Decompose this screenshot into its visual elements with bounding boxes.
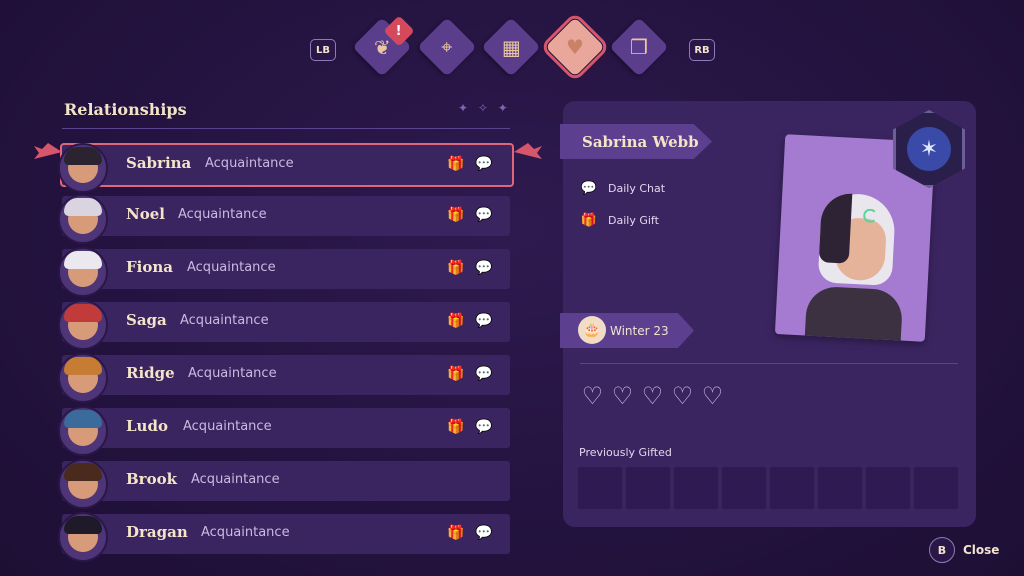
relationship-status: Acquaintance	[183, 419, 272, 434]
heart-icon: ♡	[671, 382, 694, 410]
title-divider	[62, 128, 510, 129]
relationship-row[interactable]: Ludo Acquaintance 🎁 💬	[58, 406, 510, 456]
avatar	[58, 406, 108, 456]
gift-slot	[818, 467, 862, 509]
character-name: Saga	[126, 311, 167, 329]
heart-icon: ♡	[701, 382, 724, 410]
relationship-row[interactable]: Brook Acquaintance	[58, 459, 510, 509]
friendship-hearts: ♡ ♡ ♡ ♡ ♡	[580, 384, 725, 408]
previously-gifted-slots	[578, 467, 958, 509]
chat-icon: 💬	[475, 156, 493, 172]
lb-button[interactable]: LB	[310, 39, 336, 61]
daily-chat-label: Daily Chat	[608, 181, 666, 195]
gift-slot	[770, 467, 814, 509]
relationship-row[interactable]: Dragan Acquaintance 🎁 💬	[58, 512, 510, 562]
avatar	[58, 459, 108, 509]
tab-relationships[interactable]: ♥	[539, 11, 611, 83]
gift-slot	[626, 467, 670, 509]
gift-icon: 🎁	[447, 260, 465, 276]
character-name: Ridge	[126, 364, 175, 382]
character-full-name: Sabrina Webb	[582, 132, 699, 151]
detail-divider	[580, 363, 958, 364]
chat-icon: 💬	[475, 260, 493, 276]
cake-icon: 🎂	[578, 316, 606, 344]
list-title: Relationships	[64, 100, 187, 119]
calendar-icon: ▦	[501, 35, 521, 59]
avatar	[58, 194, 108, 244]
gift-icon: 🎁	[447, 156, 465, 172]
tab-map[interactable]: ⌖	[417, 17, 477, 77]
character-name: Noel	[126, 205, 165, 223]
right-wing-icon	[514, 143, 542, 159]
gift-slot	[674, 467, 718, 509]
relationship-row[interactable]: Ridge Acquaintance 🎁 💬	[58, 353, 510, 403]
tab-journal[interactable]: ❒	[609, 17, 669, 77]
chat-icon: 💬	[475, 207, 493, 223]
avatar	[58, 247, 108, 297]
heart-icon: ♡	[581, 382, 604, 410]
previously-gifted-label: Previously Gifted	[579, 446, 672, 459]
heart-icon: ♥	[566, 35, 584, 59]
character-name: Ludo	[126, 417, 168, 435]
relationship-status: Acquaintance	[191, 472, 280, 487]
daily-gift-task: 🎁 Daily Gift	[580, 212, 659, 228]
chat-icon: 💬	[580, 180, 598, 196]
avatar	[58, 143, 108, 193]
tab-calendar[interactable]: ▦	[481, 17, 541, 77]
relationship-row[interactable]: Noel Acquaintance 🎁 💬	[58, 194, 510, 244]
sparkle-decoration-icon: ✦ ✧ ✦	[458, 101, 511, 115]
close-button[interactable]: B Close	[929, 537, 999, 563]
quest-scroll-icon: ❦	[373, 34, 391, 59]
character-name: Fiona	[126, 258, 173, 276]
relationship-row[interactable]: Sabrina Acquaintance 🎁 💬	[58, 143, 514, 193]
relationship-status: Acquaintance	[187, 260, 276, 275]
gift-icon: 🎁	[447, 313, 465, 329]
gift-slot	[722, 467, 766, 509]
character-name: Dragan	[126, 523, 188, 541]
chat-icon: 💬	[475, 313, 493, 329]
gift-slot	[578, 467, 622, 509]
avatar	[58, 300, 108, 350]
gift-icon: 🎁	[447, 419, 465, 435]
chat-icon: 💬	[475, 419, 493, 435]
relationship-status: Acquaintance	[201, 525, 290, 540]
map-icon: ⌖	[441, 34, 453, 59]
avatar	[58, 353, 108, 403]
chat-icon: 💬	[475, 366, 493, 382]
gift-icon: 🎁	[447, 207, 465, 223]
relationship-row[interactable]: Fiona Acquaintance 🎁 💬	[58, 247, 510, 297]
relationship-status: Acquaintance	[178, 207, 267, 222]
heart-icon: ♡	[611, 382, 634, 410]
rb-button[interactable]: RB	[689, 39, 715, 61]
avatar	[58, 512, 108, 562]
relationship-status: Acquaintance	[180, 313, 269, 328]
left-wing-icon	[34, 143, 62, 159]
character-name: Sabrina	[126, 154, 192, 172]
gift-icon: 🎁	[580, 212, 598, 228]
relationship-status: Acquaintance	[188, 366, 277, 381]
book-icon: ❒	[630, 35, 648, 59]
relationship-row[interactable]: Saga Acquaintance 🎁 💬	[58, 300, 510, 350]
daily-chat-task: 💬 Daily Chat	[580, 180, 665, 196]
b-button-icon: B	[929, 537, 955, 563]
character-name: Brook	[126, 470, 177, 488]
character-name-banner: Sabrina Webb	[560, 124, 712, 159]
close-label: Close	[963, 543, 1000, 557]
relationship-status: Acquaintance	[205, 156, 294, 171]
heart-icon: ♡	[641, 382, 664, 410]
gift-slot	[914, 467, 958, 509]
birthday-label: Winter 23	[610, 323, 669, 338]
gift-icon: 🎁	[447, 525, 465, 541]
gift-icon: 🎁	[447, 366, 465, 382]
chat-icon: 💬	[475, 525, 493, 541]
gift-slot	[866, 467, 910, 509]
daily-gift-label: Daily Gift	[608, 213, 659, 227]
